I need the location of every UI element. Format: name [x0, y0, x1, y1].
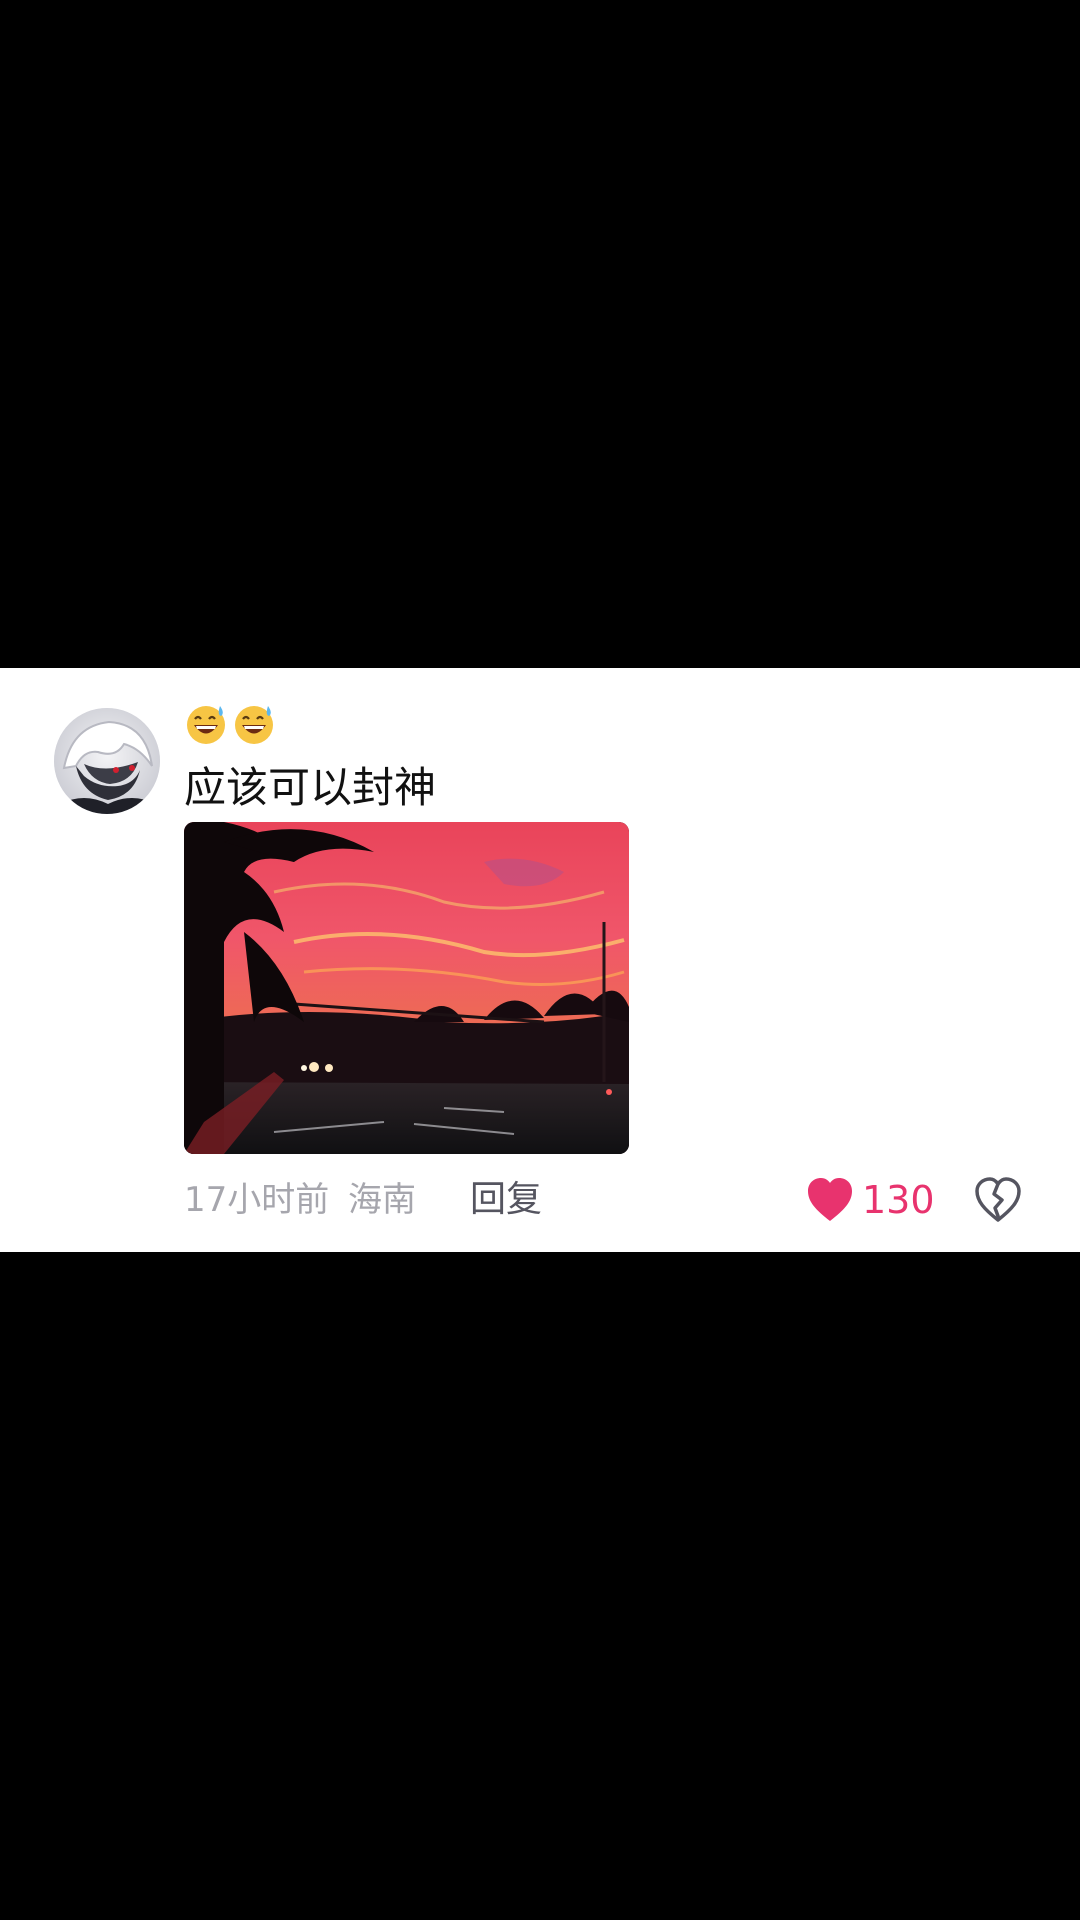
- sweat-smile-emoji-icon: [235, 706, 273, 744]
- sweat-smile-emoji-icon: [187, 706, 225, 744]
- comment-meta-row: 17小时前 海南 回复 130: [184, 1170, 1044, 1230]
- like-count: 130: [862, 1178, 935, 1222]
- comment-photo[interactable]: [184, 822, 629, 1154]
- sunset-street-photo: [184, 822, 629, 1154]
- comment-location: 海南: [348, 1180, 416, 1220]
- reply-button[interactable]: 回复: [470, 1178, 542, 1222]
- comment-time: 17小时前: [184, 1180, 330, 1220]
- like-button[interactable]: 130: [806, 1174, 935, 1226]
- avatar[interactable]: [54, 708, 160, 814]
- comment-card: 应该可以封神 17小时前 海南 回复 130: [0, 668, 1080, 1252]
- heart-icon: [808, 1178, 852, 1221]
- avatar-image: [54, 708, 160, 814]
- broken-heart-icon: [975, 1177, 1021, 1222]
- emoji-line: [184, 702, 276, 752]
- comment-text: 应该可以封神: [184, 763, 437, 812]
- dislike-button[interactable]: [974, 1176, 1022, 1224]
